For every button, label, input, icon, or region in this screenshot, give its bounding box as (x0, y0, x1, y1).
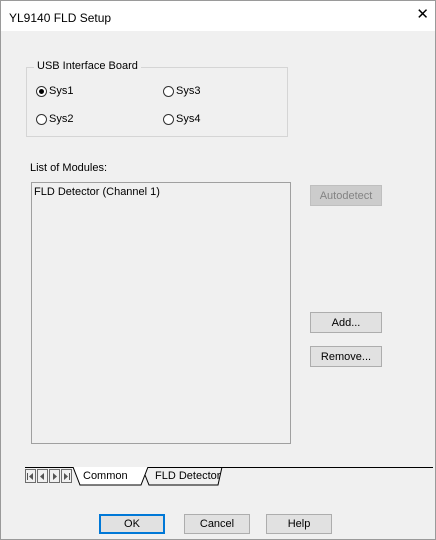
ok-button[interactable]: OK (99, 514, 165, 534)
modules-label: List of Modules: (30, 162, 108, 174)
radio-circle-icon (163, 85, 174, 97)
add-button[interactable]: Add... (310, 312, 382, 333)
radio-sys1[interactable]: Sys1 (36, 85, 73, 97)
close-icon[interactable]: ✕ (416, 6, 429, 24)
radio-label: Sys2 (49, 113, 74, 125)
dialog-body: USB Interface Board Sys1 Sys2 Sys3 Sys4 … (1, 31, 435, 539)
radio-sys4[interactable]: Sys4 (163, 113, 200, 125)
title-bar: YL9140 FLD Setup ✕ (1, 1, 435, 31)
tab-common[interactable]: Common (81, 467, 130, 485)
radio-circle-icon (36, 113, 47, 125)
radio-circle-icon (163, 113, 174, 125)
radio-sys3[interactable]: Sys3 (163, 85, 200, 97)
radio-circle-icon (36, 85, 47, 97)
usb-interface-group-title: USB Interface Board (34, 60, 141, 72)
remove-button[interactable]: Remove... (310, 346, 382, 367)
radio-label: Sys4 (176, 113, 201, 125)
dialog-window: YL9140 FLD Setup ✕ USB Interface Board S… (0, 0, 436, 540)
next-tab-icon[interactable] (49, 469, 60, 483)
usb-interface-group (26, 67, 288, 137)
tab-label: FLD Detector (155, 470, 221, 482)
help-button[interactable]: Help (266, 514, 332, 534)
modules-listbox[interactable]: FLD Detector (Channel 1) (31, 182, 291, 444)
last-tab-icon[interactable] (61, 469, 72, 483)
autodetect-button[interactable]: Autodetect (310, 185, 382, 206)
tab-fld-detector[interactable]: FLD Detector (153, 467, 222, 485)
tab-label: Common (83, 470, 128, 482)
prev-tab-icon[interactable] (37, 469, 48, 483)
cancel-button[interactable]: Cancel (184, 514, 250, 534)
radio-label: Sys3 (176, 85, 201, 97)
window-title: YL9140 FLD Setup (9, 11, 112, 25)
first-tab-icon[interactable] (25, 469, 36, 483)
tab-strip: Common FLD Detector (25, 467, 433, 487)
list-item[interactable]: FLD Detector (Channel 1) (34, 186, 160, 198)
radio-label: Sys1 (49, 85, 74, 97)
radio-sys2[interactable]: Sys2 (36, 113, 73, 125)
